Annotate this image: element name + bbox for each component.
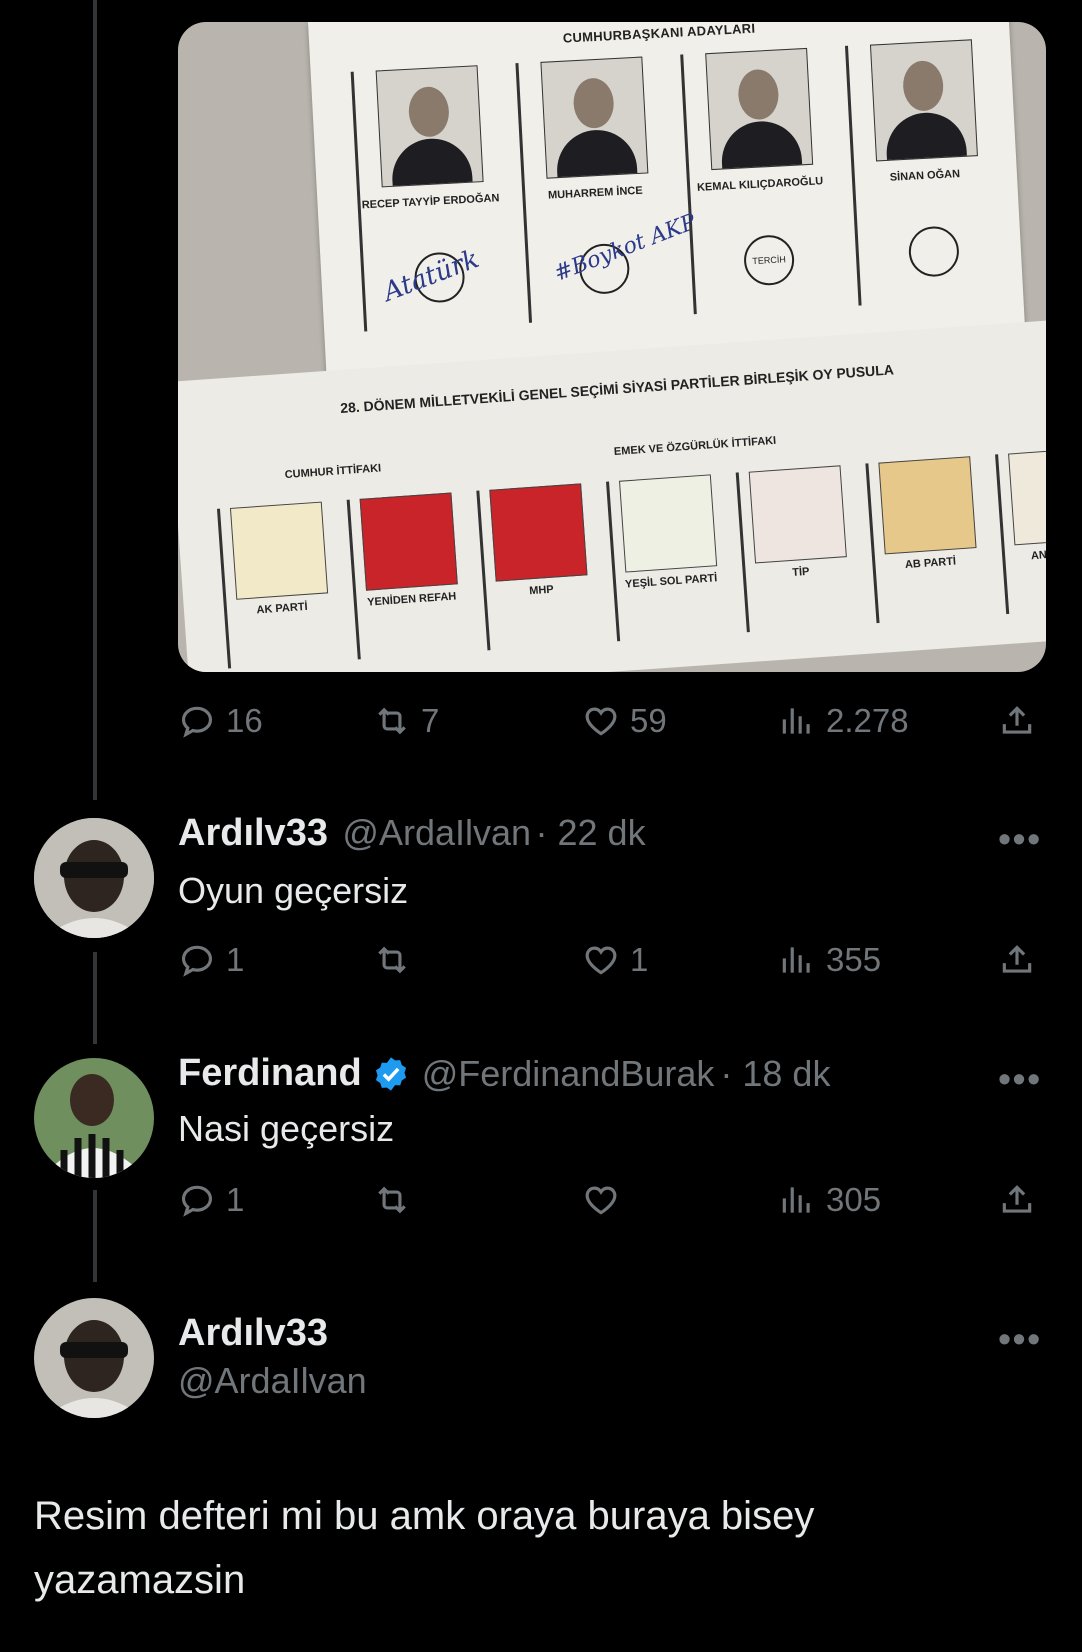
more-options-button[interactable]: ••• xyxy=(998,1318,1042,1360)
verified-badge-icon xyxy=(375,1056,406,1091)
heart-icon xyxy=(585,707,617,736)
display-name[interactable]: Ardılv33 xyxy=(178,1312,328,1355)
heart-icon xyxy=(585,1186,617,1215)
views-button[interactable]: 305 xyxy=(778,1180,881,1220)
retweet-button[interactable] xyxy=(373,940,411,980)
like-button[interactable]: 1 xyxy=(582,940,648,980)
reply-header: Ferdinand @FerdinandBurak · 18 dk xyxy=(178,1052,830,1095)
display-name[interactable]: Ardılv33 xyxy=(178,812,328,854)
alliance-label: EMEK VE ÖZGÜRLÜK İTTİFAKI xyxy=(613,434,777,459)
party-name: AB PARTİ xyxy=(904,555,957,572)
party-name: YENİDEN REFAH xyxy=(366,590,457,609)
alliance-label: CUMHUR İTTİFAKI xyxy=(284,462,382,482)
share-button[interactable] xyxy=(998,940,1036,980)
view-count: 2.278 xyxy=(826,702,909,739)
focused-tweet-text: Resim defteri mi bu amk oraya buraya bis… xyxy=(34,1494,815,1602)
party-ab: AB PARTİ xyxy=(865,455,990,624)
user-photo xyxy=(34,1058,154,1178)
reply-count: 1 xyxy=(226,1181,245,1218)
tweet-text: Nasi geçersiz xyxy=(178,1108,395,1149)
party-anavatan: ANAVATAN xyxy=(995,446,1046,615)
analytics-icon xyxy=(782,1187,810,1213)
retweet-icon xyxy=(378,707,406,735)
retweet-button[interactable] xyxy=(373,1180,411,1220)
party-akp: AK PARTİ xyxy=(216,501,341,669)
avatar[interactable] xyxy=(34,1058,154,1178)
reply-button[interactable]: 1 xyxy=(178,1180,244,1220)
candidate-kilicdaroglu: KEMAL KILIÇDAROĞLU TERCİH xyxy=(680,47,837,315)
ballot-bottom-title: 28. DÖNEM MİLLETVEKİLİ GENEL SEÇİMİ SİYA… xyxy=(339,361,895,417)
heart-icon xyxy=(585,946,617,975)
tweet-media-image[interactable]: CUMHURBAŞKANI ADAYLARI RECEP TAYYİP ERDO… xyxy=(178,22,1046,672)
tweet-action-bar: 16 7 59 2.278 xyxy=(178,701,1048,741)
avatar[interactable] xyxy=(34,818,154,938)
retweet-button[interactable]: 7 xyxy=(373,701,439,741)
user-handle[interactable]: @ArdaIlvan xyxy=(342,812,531,853)
party-name: YEŞİL SOL PARTİ xyxy=(624,572,718,591)
thread-line xyxy=(93,1190,97,1282)
thread-line xyxy=(93,0,97,800)
analytics-icon xyxy=(782,708,810,734)
party-tip: TİP xyxy=(735,464,860,633)
user-handle[interactable]: @FerdinandBurak xyxy=(422,1053,715,1095)
tweet-action-bar: 1 305 xyxy=(178,1180,1048,1220)
avatar[interactable] xyxy=(34,1298,154,1418)
like-button[interactable] xyxy=(582,1180,620,1220)
retweet-icon xyxy=(378,1186,406,1214)
reply-button[interactable]: 16 xyxy=(178,701,263,741)
views-button[interactable]: 2.278 xyxy=(778,701,909,741)
candidate-ogan: SİNAN OĞAN xyxy=(844,38,1002,306)
candidate-name: KEMAL KILIÇDAROĞLU xyxy=(696,175,824,194)
timestamp[interactable]: · 18 dk xyxy=(720,1053,830,1095)
user-handle[interactable]: @ArdaIlvan xyxy=(178,1360,367,1402)
like-button[interactable]: 59 xyxy=(582,701,667,741)
reply-icon xyxy=(181,706,213,738)
retweet-count: 7 xyxy=(421,702,440,739)
analytics-icon xyxy=(782,947,810,973)
share-icon xyxy=(1002,706,1032,734)
party-name: AK PARTİ xyxy=(256,600,309,617)
retweet-icon xyxy=(378,946,406,974)
share-button[interactable] xyxy=(998,701,1036,741)
reply-header: Ardılv33 @ArdaIlvan · 22 dk xyxy=(178,812,646,855)
party-name: TİP xyxy=(791,565,810,579)
display-name[interactable]: Ferdinand xyxy=(178,1052,362,1095)
view-count: 305 xyxy=(826,1181,882,1218)
candidate-name: SİNAN OĞAN xyxy=(889,168,961,184)
tweet-text: Oyun geçersiz xyxy=(178,870,409,911)
more-options-button[interactable]: ••• xyxy=(998,818,1042,860)
view-count: 355 xyxy=(826,941,882,978)
presidential-ballot: CUMHURBAŞKANI ADAYLARI RECEP TAYYİP ERDO… xyxy=(308,22,1026,382)
user-photo xyxy=(34,818,154,938)
more-options-button[interactable]: ••• xyxy=(998,1058,1042,1100)
candidate-name: RECEP TAYYİP ERDOĞAN xyxy=(361,192,500,212)
parliamentary-ballot: 28. DÖNEM MİLLETVEKİLİ GENEL SEÇİMİ SİYA… xyxy=(178,319,1046,672)
reply-button[interactable]: 1 xyxy=(178,940,244,980)
thread-line xyxy=(93,952,97,1044)
tweet-action-bar: 1 1 355 xyxy=(178,940,1048,980)
party-name: MHP xyxy=(528,583,555,598)
share-icon xyxy=(1002,1185,1032,1213)
party-name: ANAVATAN xyxy=(1030,546,1046,563)
user-photo xyxy=(34,1298,154,1418)
like-count: 59 xyxy=(630,702,667,739)
party-yesil-sol: YEŞİL SOL PARTİ xyxy=(606,473,730,642)
candidate-name: MUHARREM İNCE xyxy=(547,184,643,202)
like-count: 1 xyxy=(630,941,649,978)
reply-icon xyxy=(181,1185,213,1217)
share-button[interactable] xyxy=(998,1180,1036,1220)
reply-count: 1 xyxy=(226,941,245,978)
views-button[interactable]: 355 xyxy=(778,940,881,980)
candidate-ince: MUHARREM İNCE xyxy=(515,55,672,323)
timestamp[interactable]: · 22 dk xyxy=(536,812,646,853)
reply-count: 16 xyxy=(226,702,263,739)
share-icon xyxy=(1002,945,1032,973)
party-mhp: MHP xyxy=(476,482,601,651)
stamp-mark: TERCİH xyxy=(742,233,796,287)
party-yeniden-refah: YENİDEN REFAH xyxy=(346,491,471,660)
reply-icon xyxy=(181,945,213,977)
